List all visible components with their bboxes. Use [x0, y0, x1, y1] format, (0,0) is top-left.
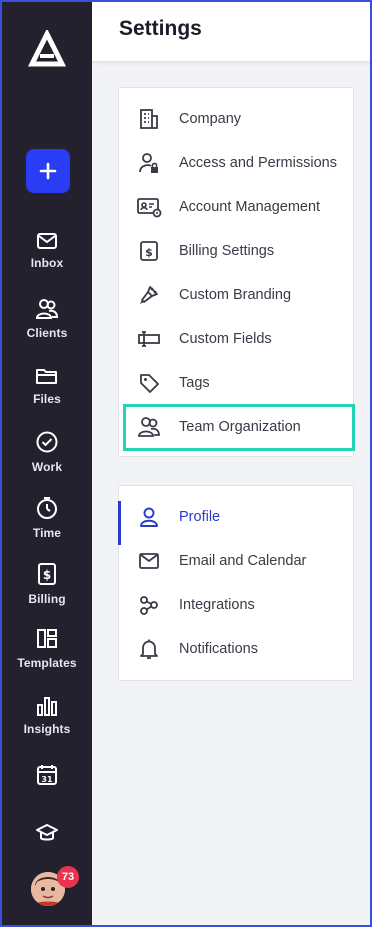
sidebar-item-work[interactable]: Work — [2, 430, 92, 474]
brush-icon — [135, 283, 163, 307]
clients-icon — [35, 299, 59, 319]
id-card-gear-icon — [135, 195, 163, 219]
sidebar-item-label: Files — [33, 392, 61, 406]
dollar-doc-icon: $ — [135, 239, 163, 263]
settings-item-label: Integrations — [179, 597, 255, 613]
settings-item-account-management[interactable]: Account Management — [119, 185, 353, 229]
settings-item-profile[interactable]: Profile — [118, 495, 353, 545]
user-lock-icon — [135, 151, 163, 175]
settings-item-label: Profile — [179, 509, 221, 525]
settings-item-label: Custom Fields — [179, 331, 272, 347]
bar-chart-icon — [37, 697, 57, 716]
personal-settings-card: Profile Email and Calendar Integrations … — [118, 485, 354, 681]
settings-item-label: Custom Branding — [179, 287, 292, 303]
sidebar: Inbox Clients Files Work Time $ Billing … — [2, 2, 92, 925]
settings-item-label: Account Management — [179, 199, 321, 215]
settings-item-custom-branding[interactable]: Custom Branding — [119, 273, 353, 317]
mail-icon — [37, 233, 57, 249]
sidebar-item-label: Time — [32, 526, 62, 540]
sidebar-item-templates[interactable]: Templates — [2, 628, 92, 670]
sidebar-item-label: Inbox — [30, 256, 64, 270]
integrations-icon — [135, 593, 163, 617]
timer-icon — [37, 497, 57, 519]
svg-text:$: $ — [145, 246, 153, 259]
svg-text:$: $ — [43, 568, 51, 582]
text-field-icon — [135, 327, 163, 351]
check-circle-icon — [36, 431, 58, 453]
sidebar-item-files[interactable]: Files — [2, 366, 92, 406]
person-icon — [135, 505, 163, 529]
sidebar-item-calendar[interactable]: 31 — [2, 764, 92, 786]
billing-icon: $ — [38, 563, 56, 585]
settings-item-custom-fields[interactable]: Custom Fields — [119, 317, 353, 361]
sidebar-item-clients[interactable]: Clients — [2, 298, 92, 340]
settings-item-label: Access and Permissions — [179, 155, 337, 171]
templates-icon — [37, 629, 57, 648]
add-new-button[interactable] — [26, 149, 70, 193]
sidebar-item-learning[interactable] — [2, 822, 92, 844]
sidebar-item-inbox[interactable]: Inbox — [2, 232, 92, 270]
settings-item-team-organization[interactable]: Team Organization — [119, 405, 353, 449]
settings-item-label: Company — [179, 111, 242, 127]
bell-icon — [135, 637, 163, 661]
sidebar-item-insights[interactable]: Insights — [2, 696, 92, 736]
settings-item-label: Email and Calendar — [179, 553, 307, 569]
settings-item-access-permissions[interactable]: Access and Permissions — [119, 141, 353, 185]
team-icon — [135, 415, 163, 439]
settings-item-label: Billing Settings — [179, 243, 275, 259]
settings-item-tags[interactable]: Tags — [119, 361, 353, 405]
plus-icon — [39, 162, 57, 180]
calendar-icon: 31 — [37, 765, 57, 785]
settings-item-integrations[interactable]: Integrations — [119, 583, 353, 627]
sidebar-item-label: Billing — [28, 592, 66, 606]
sidebar-item-billing[interactable]: $ Billing — [2, 562, 92, 606]
settings-item-notifications[interactable]: Notifications — [119, 627, 353, 671]
calendar-day: 31 — [41, 775, 53, 784]
sidebar-item-time[interactable]: Time — [2, 496, 92, 540]
settings-item-billing-settings[interactable]: $ Billing Settings — [119, 229, 353, 273]
notification-badge: 73 — [57, 866, 79, 888]
tag-icon — [135, 371, 163, 395]
folder-icon — [36, 369, 57, 384]
settings-item-label: Tags — [179, 375, 210, 391]
settings-item-company[interactable]: Company — [119, 97, 353, 141]
sidebar-item-label: Clients — [26, 326, 68, 340]
firm-settings-card: Company Access and Permissions Account M… — [118, 87, 354, 457]
settings-item-label: Team Organization — [179, 419, 301, 435]
settings-item-label: Notifications — [179, 641, 258, 657]
logo-icon[interactable] — [28, 30, 66, 68]
sidebar-item-label: Work — [31, 460, 63, 474]
sidebar-item-label: Templates — [17, 656, 77, 670]
page-title: Settings — [119, 17, 202, 40]
sidebar-item-label: Insights — [23, 722, 71, 736]
header: Settings — [92, 2, 370, 61]
building-icon — [135, 107, 163, 131]
graduation-cap-icon — [36, 824, 58, 841]
app-window: Inbox Clients Files Work Time $ Billing … — [0, 0, 372, 927]
envelope-icon — [135, 549, 163, 573]
settings-item-email-calendar[interactable]: Email and Calendar — [119, 539, 353, 583]
